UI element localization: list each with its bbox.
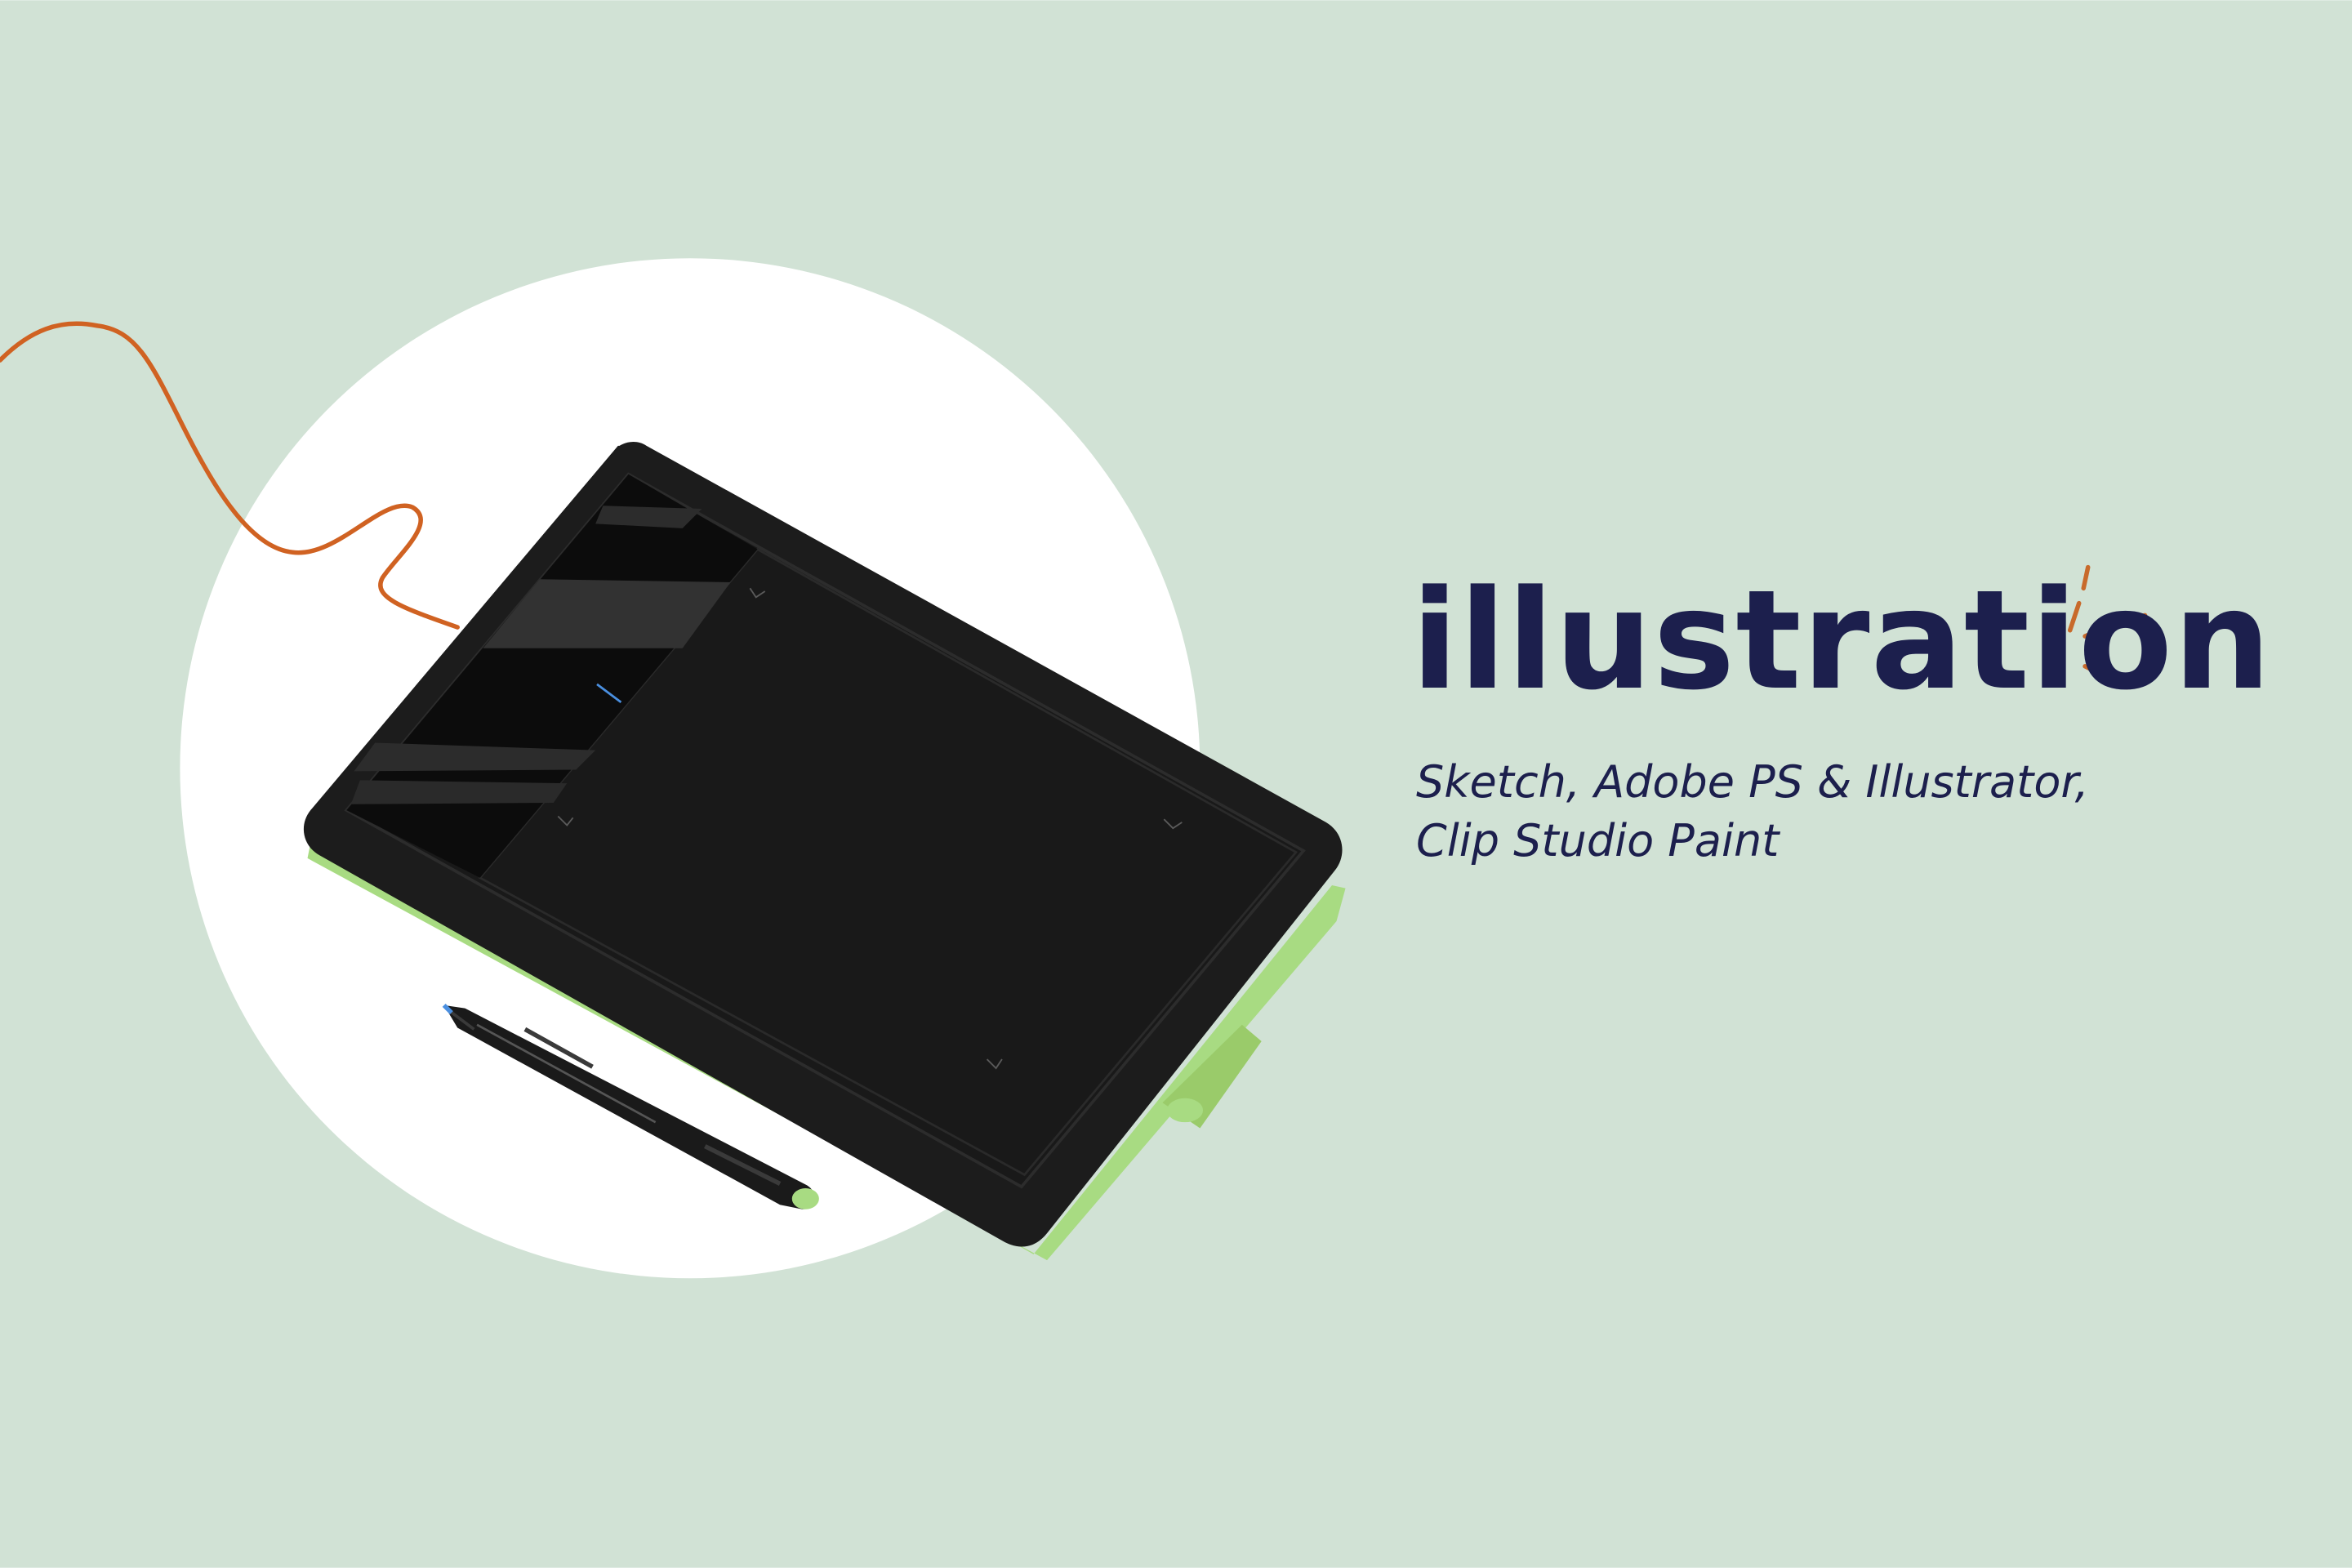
subtitle-line-2: Clip Studio Paint <box>1416 815 1780 866</box>
page-title: illustration <box>1411 560 2272 720</box>
tools-subtitle: Sketch, Adobe PS & Illustrator, Clip Stu… <box>1416 753 2089 871</box>
subtitle-line-1: Sketch, Adobe PS & Illustrator, <box>1416 756 2089 808</box>
